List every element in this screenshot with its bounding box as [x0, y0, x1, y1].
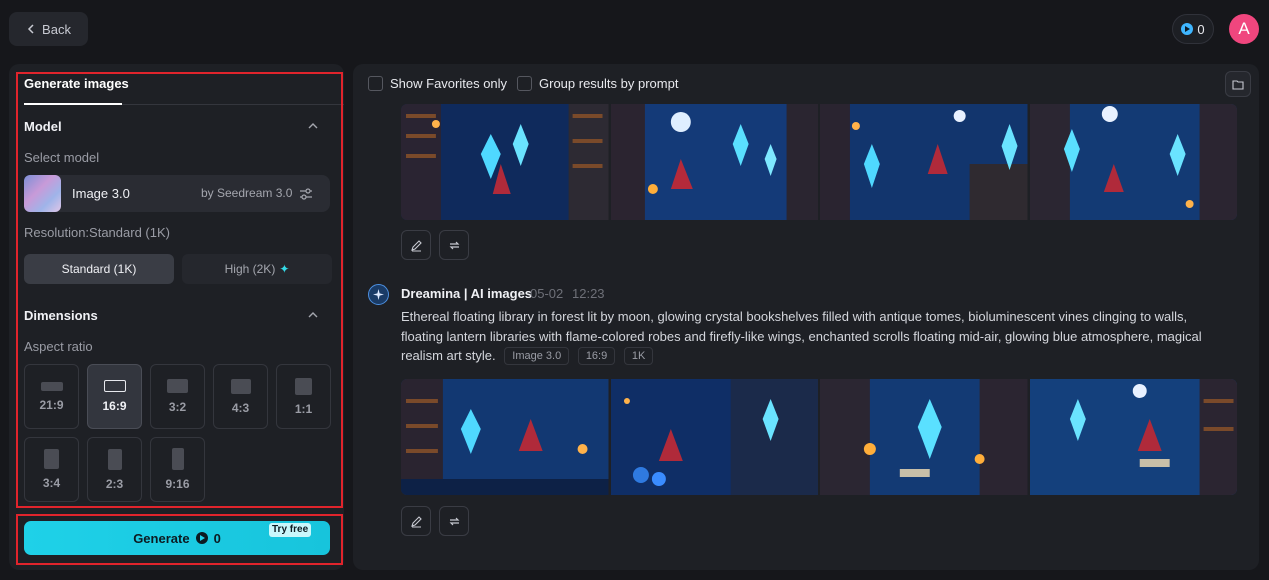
result-image[interactable] — [820, 379, 1028, 495]
credit-coin-icon — [1181, 23, 1194, 35]
back-label: Back — [42, 21, 71, 37]
back-button[interactable]: Back — [9, 12, 88, 46]
post-date: 05-02 — [530, 286, 564, 301]
folder-icon — [1232, 79, 1244, 90]
model-tag: Image 3.0 — [504, 347, 570, 365]
folder-button[interactable] — [1225, 71, 1251, 97]
resolution-high-button[interactable]: High (2K) ✦ — [182, 254, 332, 284]
edit-button[interactable] — [401, 506, 431, 536]
regenerate-button[interactable] — [439, 230, 469, 260]
refresh-icon — [449, 517, 459, 525]
dreamina-bot-icon — [368, 284, 389, 305]
ratio-tag: 16:9 — [577, 347, 616, 365]
chevron-up-icon[interactable] — [307, 120, 319, 132]
ratio-label: 2:3 — [105, 476, 124, 491]
resolution-high-label: High (2K) — [224, 262, 276, 276]
model-name: Image 3.0 — [72, 186, 130, 201]
post-time: 12:23 — [572, 286, 605, 301]
ratio-21-9-icon — [40, 381, 63, 391]
sparkle-star-icon — [373, 289, 384, 300]
ratio-option-21-9[interactable]: 21:9 — [24, 364, 79, 429]
credits-badge[interactable]: 0 — [1172, 14, 1214, 44]
generate-cost: 0 — [213, 530, 221, 546]
resolution-label: Resolution:Standard (1K) — [24, 225, 170, 240]
result-image[interactable] — [820, 104, 1028, 220]
ratio-label: 21:9 — [39, 397, 64, 412]
tab-generate-images[interactable]: Generate images — [24, 76, 129, 100]
ratio-label: 3:2 — [168, 400, 187, 414]
result-image[interactable] — [401, 104, 609, 220]
tab-underline — [24, 103, 122, 105]
try-free-badge: Try free — [269, 523, 312, 537]
pencil-icon — [410, 515, 422, 528]
group-by-prompt-checkbox[interactable] — [517, 76, 532, 91]
ratio-label: 1:1 — [294, 401, 313, 416]
sliders-icon[interactable] — [299, 187, 313, 201]
ratio-1-1-icon — [295, 377, 312, 395]
ratio-label: 3:4 — [42, 476, 61, 490]
model-thumbnail — [24, 175, 61, 212]
ratio-option-9-16[interactable]: 9:16 — [150, 437, 205, 502]
select-model-label: Select model — [24, 150, 100, 165]
ratio-16-9-icon — [103, 380, 126, 392]
result-image[interactable] — [610, 104, 818, 220]
ratio-label: 4:3 — [231, 400, 250, 415]
ratio-3-4-icon — [44, 449, 59, 469]
ratio-label: 9:16 — [165, 477, 190, 491]
ratio-option-1-1[interactable]: 1:1 — [276, 364, 331, 429]
show-favorites-checkbox[interactable] — [368, 76, 383, 91]
ratio-option-16-9[interactable]: 16:9 — [87, 364, 142, 429]
resolution-standard-button[interactable]: Standard (1K) — [24, 254, 174, 284]
generate-label: Generate — [133, 530, 190, 546]
model-selector[interactable]: Image 3.0 by Seedream 3.0 — [24, 175, 330, 212]
model-section-title: Model — [24, 119, 62, 134]
pencil-icon — [410, 239, 422, 252]
results-panel: Show Favorites only Group results by pro… — [353, 64, 1259, 570]
chevron-up-icon[interactable] — [307, 309, 319, 321]
resolution-standard-label: Standard (1K) — [61, 262, 137, 276]
aspect-ratio-label: Aspect ratio — [24, 339, 93, 354]
ratio-option-2-3[interactable]: 2:3 — [87, 437, 142, 502]
ratio-option-4-3[interactable]: 4:3 — [213, 364, 268, 429]
ratio-option-3-4[interactable]: 3:4 — [24, 437, 79, 502]
result-image[interactable] — [1029, 379, 1237, 495]
resolution-tag: 1K — [623, 347, 654, 365]
chevron-left-icon — [27, 24, 34, 34]
refresh-icon — [449, 241, 459, 249]
credit-coin-icon — [195, 532, 208, 544]
show-favorites-label: Show Favorites only — [390, 76, 508, 91]
group-by-prompt-label: Group results by prompt — [539, 76, 679, 91]
prompt-text-block: Ethereal floating library in forest lit … — [401, 307, 1229, 366]
avatar[interactable]: A — [1229, 14, 1259, 44]
ratio-label: 16:9 — [102, 399, 127, 413]
result-image[interactable] — [610, 379, 818, 495]
regenerate-button[interactable] — [439, 506, 469, 536]
generate-panel: Generate images Model Select model Image… — [9, 64, 344, 570]
ratio-9-16-icon — [171, 448, 184, 470]
ratio-2-3-icon — [107, 448, 122, 470]
result-image-strip — [401, 379, 1237, 495]
author-name: Dreamina | AI images — [401, 286, 533, 301]
edit-button[interactable] — [401, 230, 431, 260]
ratio-option-3-2[interactable]: 3:2 — [150, 364, 205, 429]
ratio-3-2-icon — [167, 379, 188, 393]
model-provider: by Seedream 3.0 — [201, 186, 293, 200]
result-image[interactable] — [1029, 104, 1237, 220]
result-image-strip — [401, 104, 1237, 220]
result-image[interactable] — [401, 379, 609, 495]
sparkle-icon: ✦ — [279, 262, 290, 276]
dimensions-section-title: Dimensions — [24, 308, 98, 323]
ratio-4-3-icon — [230, 378, 251, 394]
credits-count: 0 — [1197, 21, 1205, 37]
tab-bar: Generate images — [24, 72, 344, 105]
